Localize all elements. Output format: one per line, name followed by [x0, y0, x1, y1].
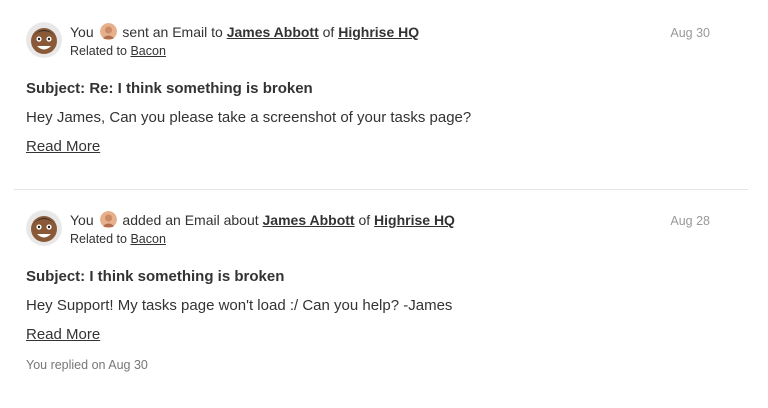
person-link[interactable]: James Abbott: [227, 24, 319, 40]
user-avatar-icon: [99, 23, 117, 40]
entry-header: You sent an Email to James Abbott of Hig…: [26, 22, 742, 62]
related-prefix: Related to: [70, 44, 127, 58]
user-avatar-icon: [99, 211, 117, 228]
avatar-face-icon: [26, 22, 62, 58]
email-subject: Subject: Re: I think something is broken: [26, 80, 313, 97]
activity-entry: You added an Email about James Abbott of…: [0, 190, 768, 372]
of-text: of: [322, 24, 335, 40]
email-subject: Subject: I think something is broken: [26, 268, 285, 285]
company-link[interactable]: Highrise HQ: [338, 24, 419, 40]
action-text: sent an Email to: [122, 24, 223, 40]
actor-name: You: [70, 24, 94, 40]
avatar[interactable]: [26, 210, 62, 246]
related-link[interactable]: Bacon: [130, 44, 165, 58]
avatar-face-icon: [26, 210, 62, 246]
read-more-link[interactable]: Read More: [26, 138, 100, 155]
company-link[interactable]: Highrise HQ: [374, 212, 455, 228]
replied-note: You replied on Aug 30: [26, 358, 148, 372]
email-body: Hey Support! My tasks page won't load :/…: [26, 297, 453, 314]
activity-entry: You sent an Email to James Abbott of Hig…: [0, 0, 768, 189]
person-link[interactable]: James Abbott: [263, 212, 355, 228]
actor-name: You: [70, 212, 94, 228]
related-link[interactable]: Bacon: [130, 232, 165, 246]
of-text: of: [358, 212, 371, 228]
email-body: Hey James, Can you please take a screens…: [26, 109, 472, 126]
entry-date: Aug 30: [670, 26, 710, 40]
related-prefix: Related to: [70, 232, 127, 246]
read-more-link[interactable]: Read More: [26, 326, 100, 343]
entry-date: Aug 28: [670, 214, 710, 228]
action-text: added an Email about: [122, 212, 259, 228]
entry-header: You added an Email about James Abbott of…: [26, 210, 742, 250]
avatar[interactable]: [26, 22, 62, 58]
